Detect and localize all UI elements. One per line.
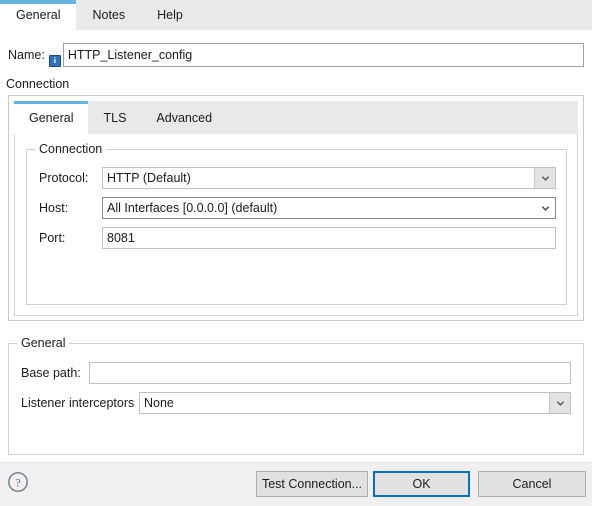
connection-groupbox: Connection Protocol: HTTP (Default) Host… (26, 142, 567, 305)
chevron-down-icon[interactable] (535, 198, 555, 218)
row-host: Host: All Interfaces [0.0.0.0] (default) (39, 197, 556, 219)
chevron-down-icon[interactable] (549, 393, 570, 413)
connection-panel: General TLS Advanced Connection Protocol… (8, 95, 584, 321)
tab-connection-general[interactable]: General (14, 101, 89, 134)
tab-notes[interactable]: Notes (76, 0, 141, 30)
port-label: Port: (39, 231, 66, 245)
protocol-value: HTTP (Default) (107, 171, 191, 185)
button-bar: ? Test Connection... OK Cancel (0, 462, 592, 506)
host-combobox[interactable]: All Interfaces [0.0.0.0] (default) (102, 197, 556, 219)
connection-section-title: Connection (6, 77, 70, 91)
row-port: Port: (39, 227, 556, 249)
listener-interceptors-label: Listener interceptors (21, 396, 135, 410)
row-base-path: Base path: (21, 362, 571, 384)
tab-general[interactable]: General (0, 0, 77, 30)
connection-tabbar: General TLS Advanced (14, 101, 578, 134)
connection-groupbox-legend: Connection (35, 142, 107, 156)
base-path-label: Base path: (21, 366, 81, 380)
host-label: Host: (39, 201, 69, 215)
tab-notes-label: Notes (92, 8, 126, 22)
general-groupbox: General Base path: Listener interceptors… (8, 336, 584, 455)
protocol-label: Protocol: (39, 171, 89, 185)
connection-tab-page: Connection Protocol: HTTP (Default) Host… (14, 134, 578, 316)
row-listener-interceptors: Listener interceptors None (21, 392, 571, 414)
general-groupbox-legend: General (17, 336, 70, 350)
info-icon: i (48, 55, 61, 67)
row-protocol: Protocol: HTTP (Default) (39, 167, 556, 189)
protocol-combobox[interactable]: HTTP (Default) (102, 167, 556, 189)
name-input[interactable] (62, 43, 584, 67)
svg-text:?: ? (15, 475, 20, 489)
tab-connection-advanced[interactable]: Advanced (141, 101, 227, 134)
host-value: All Interfaces [0.0.0.0] (default) (107, 201, 278, 215)
port-input[interactable] (102, 227, 556, 249)
listener-interceptors-combobox[interactable]: None (139, 392, 571, 414)
tab-general-label: General (16, 8, 61, 22)
tab-connection-tls-label: TLS (103, 110, 127, 125)
top-tabbar: General Notes Help (0, 0, 592, 30)
tab-help[interactable]: Help (141, 0, 199, 30)
name-label: Name: (8, 48, 45, 62)
help-circle-icon[interactable]: ? (7, 471, 29, 493)
base-path-input[interactable] (89, 362, 571, 384)
name-row: Name: i (8, 42, 584, 68)
tab-connection-general-label: General (29, 110, 74, 125)
listener-interceptors-value: None (144, 396, 174, 410)
tab-help-label: Help (157, 8, 183, 22)
tab-connection-tls[interactable]: TLS (88, 101, 141, 134)
tab-connection-advanced-label: Advanced (156, 110, 213, 125)
ok-button[interactable]: OK (373, 471, 470, 497)
test-connection-button[interactable]: Test Connection... (256, 471, 368, 497)
cancel-button[interactable]: Cancel (478, 471, 586, 497)
chevron-down-icon[interactable] (534, 168, 555, 188)
